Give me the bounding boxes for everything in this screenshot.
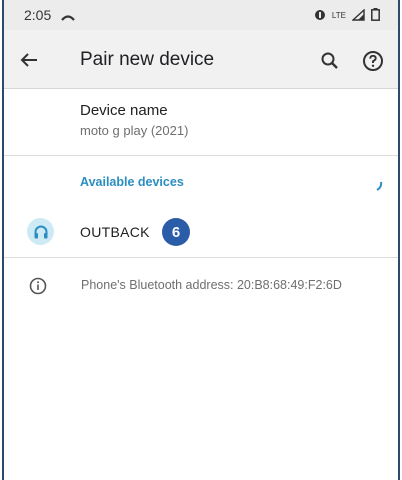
- device-name-text: OUTBACK: [80, 224, 150, 240]
- info-icon: [28, 276, 48, 296]
- back-arrow-icon[interactable]: [17, 48, 41, 72]
- page-title: Pair new device: [80, 49, 215, 70]
- battery-icon: [371, 8, 380, 23]
- lte-label: LTE: [331, 11, 346, 20]
- progress-spinner-icon: [375, 178, 383, 191]
- data-saver-icon: [314, 9, 326, 23]
- device-name-value: moto g play (2021): [80, 123, 189, 138]
- app-bar: Pair new device: [4, 30, 398, 89]
- device-name-setting[interactable]: Device name moto g play (2021): [80, 102, 188, 138]
- headphones-icon: [27, 218, 54, 245]
- notification-icon: [61, 9, 75, 27]
- available-devices-header: Available devices: [80, 175, 184, 189]
- bluetooth-address-text: Phone's Bluetooth address: 20:B8:68:49:F…: [81, 278, 342, 292]
- screen: 2:05 LTE Pair new device Device name mot…: [2, 0, 400, 480]
- divider: [4, 257, 398, 258]
- help-icon[interactable]: [361, 49, 385, 73]
- status-bar: 2:05 LTE: [4, 0, 398, 30]
- status-icons: LTE: [314, 7, 380, 23]
- status-time: 2:05: [24, 7, 52, 23]
- device-item-outback[interactable]: OUTBACK 6: [4, 213, 398, 251]
- step-badge: 6: [162, 218, 190, 246]
- signal-icon: [351, 7, 365, 23]
- search-icon[interactable]: [319, 50, 341, 72]
- divider: [4, 155, 398, 156]
- device-name-label: Device name: [80, 102, 168, 119]
